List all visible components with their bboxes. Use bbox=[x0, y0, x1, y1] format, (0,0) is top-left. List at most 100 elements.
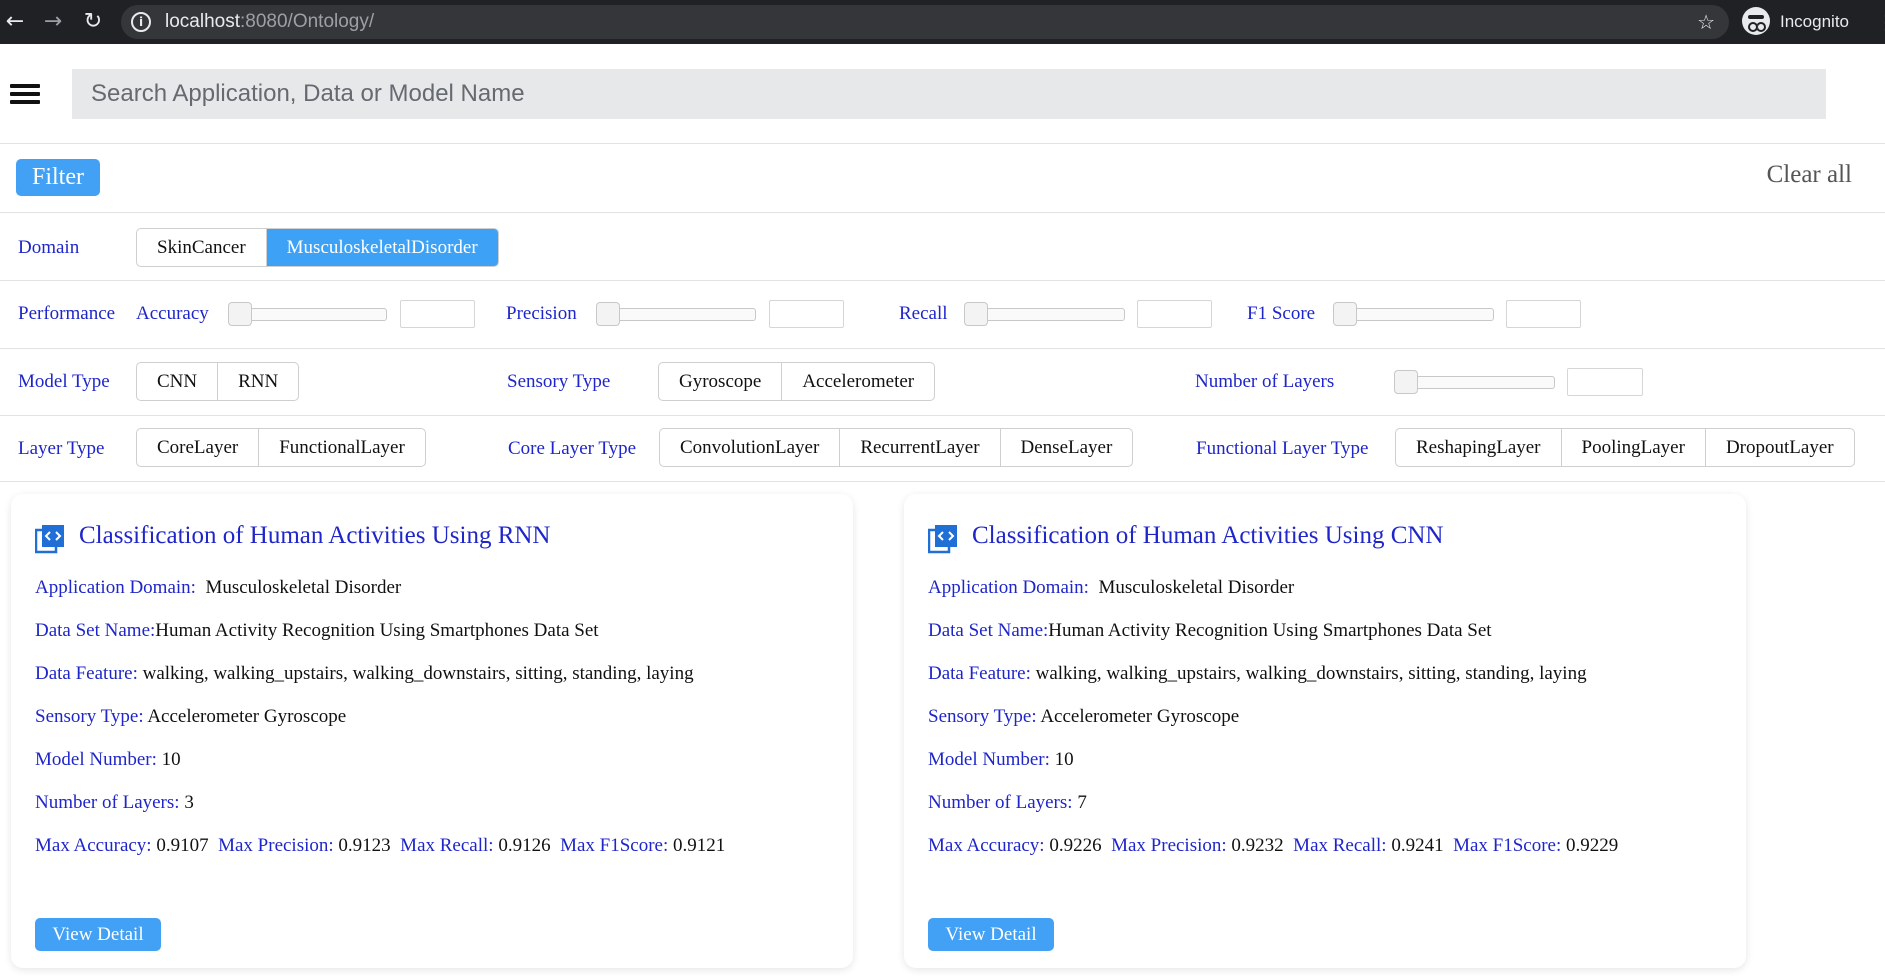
field-key: Data Feature: bbox=[928, 663, 1031, 684]
field-key: Max F1Score: bbox=[560, 835, 669, 856]
field-key: Data Set Name: bbox=[35, 620, 156, 641]
incognito-icon bbox=[1742, 7, 1770, 35]
f1-score-input[interactable] bbox=[1506, 300, 1581, 328]
field-key: Application Domain: bbox=[35, 577, 196, 598]
info-icon[interactable]: i bbox=[131, 12, 151, 32]
model-type-option-rnn[interactable]: RNN bbox=[218, 363, 298, 400]
field-key: Max Precision: bbox=[1111, 835, 1227, 856]
recall-input[interactable] bbox=[1137, 300, 1212, 328]
code-app-icon bbox=[928, 525, 957, 554]
field-key: Data Set Name: bbox=[928, 620, 1049, 641]
view-detail-button[interactable]: View Detail bbox=[35, 918, 161, 951]
number-of-layers-label: Number of Layers bbox=[1195, 371, 1335, 392]
divider bbox=[0, 415, 1885, 416]
field-value: 10 bbox=[1054, 749, 1074, 770]
field-value: 7 bbox=[1077, 792, 1087, 813]
clear-all-button[interactable]: Clear all bbox=[1767, 161, 1852, 189]
forward-arrow-icon[interactable]: → bbox=[38, 7, 68, 37]
field-key: Sensory Type: bbox=[35, 706, 144, 727]
accuracy-input[interactable] bbox=[400, 300, 475, 328]
address-bar[interactable]: i localhost:8080/Ontology/ ☆ bbox=[121, 5, 1729, 39]
divider bbox=[0, 348, 1885, 349]
data-set-name-row: Data Set Name:Human Activity Recognition… bbox=[928, 620, 1492, 642]
field-value: 0.9121 bbox=[673, 835, 726, 856]
domain-option-skincancer[interactable]: SkinCancer bbox=[137, 229, 267, 266]
functional-layer-option-poolinglayer[interactable]: PoolingLayer bbox=[1562, 429, 1706, 466]
number-of-layers-input[interactable] bbox=[1567, 368, 1643, 396]
model-type-label: Model Type bbox=[18, 371, 110, 392]
application-card: Classification of Human Activities Using… bbox=[11, 494, 853, 968]
field-value: 0.9126 bbox=[498, 835, 551, 856]
divider bbox=[0, 212, 1885, 213]
performance-label: Performance bbox=[18, 303, 116, 324]
core-layer-option-recurrentlayer[interactable]: RecurrentLayer bbox=[840, 429, 1001, 466]
divider bbox=[0, 143, 1885, 144]
data-feature-row: Data Feature: walking, walking_upstairs,… bbox=[928, 663, 1587, 685]
card-title[interactable]: Classification of Human Activities Using… bbox=[972, 522, 1443, 550]
layer-type-option-corelayer[interactable]: CoreLayer bbox=[137, 429, 260, 466]
precision-input[interactable] bbox=[769, 300, 844, 328]
model-type-option-cnn[interactable]: CNN bbox=[137, 363, 219, 400]
sensory-type-button-group: Gyroscope Accelerometer bbox=[658, 362, 936, 401]
divider bbox=[0, 280, 1885, 281]
field-value: 0.9229 bbox=[1566, 835, 1619, 856]
filter-button[interactable]: Filter bbox=[16, 159, 100, 196]
url-host: localhost bbox=[165, 11, 240, 32]
slider-thumb[interactable] bbox=[228, 302, 252, 326]
field-value: 3 bbox=[184, 792, 194, 813]
field-key: Model Number: bbox=[35, 749, 157, 770]
application-domain-row: Application Domain: Musculoskeletal Diso… bbox=[35, 577, 401, 599]
url-path: :8080/Ontology/ bbox=[240, 11, 375, 32]
hamburger-icon[interactable] bbox=[10, 84, 40, 104]
recall-slider[interactable] bbox=[964, 302, 1125, 326]
field-key: Max Accuracy: bbox=[928, 835, 1045, 856]
slider-thumb[interactable] bbox=[964, 302, 988, 326]
domain-button-group: SkinCancer MusculoskeletalDisorder bbox=[136, 228, 499, 267]
field-value: Accelerometer Gyroscope bbox=[1040, 706, 1240, 727]
field-value: 0.9107 bbox=[156, 835, 209, 856]
accuracy-slider[interactable] bbox=[228, 302, 387, 326]
field-key: Number of Layers: bbox=[35, 792, 180, 813]
f1-score-slider[interactable] bbox=[1333, 302, 1494, 326]
field-value: Human Activity Recognition Using Smartph… bbox=[155, 620, 599, 641]
number-of-layers-slider[interactable] bbox=[1394, 370, 1555, 394]
back-arrow-icon[interactable]: ← bbox=[0, 7, 30, 37]
search-input[interactable] bbox=[72, 69, 1826, 119]
model-number-row: Model Number: 10 bbox=[928, 749, 1074, 771]
core-layer-option-convolutionlayer[interactable]: ConvolutionLayer bbox=[660, 429, 841, 466]
url-text[interactable]: localhost:8080/Ontology/ bbox=[165, 5, 374, 39]
card-title[interactable]: Classification of Human Activities Using… bbox=[79, 522, 550, 550]
sensory-type-row: Sensory Type: Accelerometer Gyroscope bbox=[35, 706, 346, 728]
field-value: Accelerometer Gyroscope bbox=[147, 706, 347, 727]
functional-layer-option-reshapinglayer[interactable]: ReshapingLayer bbox=[1396, 429, 1562, 466]
functional-layer-type-button-group: ReshapingLayer PoolingLayer DropoutLayer bbox=[1395, 428, 1855, 467]
number-of-layers-row: Number of Layers: 3 bbox=[35, 792, 194, 814]
field-value: 10 bbox=[161, 749, 181, 770]
slider-thumb[interactable] bbox=[596, 302, 620, 326]
sensory-type-option-gyroscope[interactable]: Gyroscope bbox=[659, 363, 783, 400]
slider-thumb[interactable] bbox=[1333, 302, 1357, 326]
core-layer-type-label: Core Layer Type bbox=[508, 438, 637, 459]
metrics-row: Max Accuracy: 0.9226 Max Precision: 0.92… bbox=[928, 835, 1618, 857]
incognito-label: Incognito bbox=[1780, 12, 1849, 31]
core-layer-option-denselayer[interactable]: DenseLayer bbox=[1001, 429, 1133, 466]
field-value: 0.9241 bbox=[1391, 835, 1444, 856]
layer-type-label: Layer Type bbox=[18, 438, 105, 459]
field-key: Data Feature: bbox=[35, 663, 138, 684]
view-detail-button[interactable]: View Detail bbox=[928, 918, 1054, 951]
data-feature-row: Data Feature: walking, walking_upstairs,… bbox=[35, 663, 694, 685]
domain-option-musculoskeletaldisorder[interactable]: MusculoskeletalDisorder bbox=[266, 229, 498, 266]
reload-icon[interactable]: ↻ bbox=[78, 7, 108, 37]
functional-layer-type-label: Functional Layer Type bbox=[1196, 438, 1369, 459]
slider-thumb[interactable] bbox=[1394, 370, 1418, 394]
sensory-type-option-accelerometer[interactable]: Accelerometer bbox=[782, 363, 934, 400]
metrics-row: Max Accuracy: 0.9107 Max Precision: 0.91… bbox=[35, 835, 725, 857]
field-value: Musculoskeletal Disorder bbox=[1098, 577, 1295, 598]
field-key: Model Number: bbox=[928, 749, 1050, 770]
star-icon[interactable]: ☆ bbox=[1697, 5, 1715, 39]
precision-slider[interactable] bbox=[596, 302, 756, 326]
menu-dots-icon[interactable]: ⋮ bbox=[1876, 7, 1885, 37]
layer-type-option-functionallayer[interactable]: FunctionalLayer bbox=[259, 429, 425, 466]
domain-label: Domain bbox=[18, 237, 80, 258]
functional-layer-option-dropoutlayer[interactable]: DropoutLayer bbox=[1706, 429, 1854, 466]
